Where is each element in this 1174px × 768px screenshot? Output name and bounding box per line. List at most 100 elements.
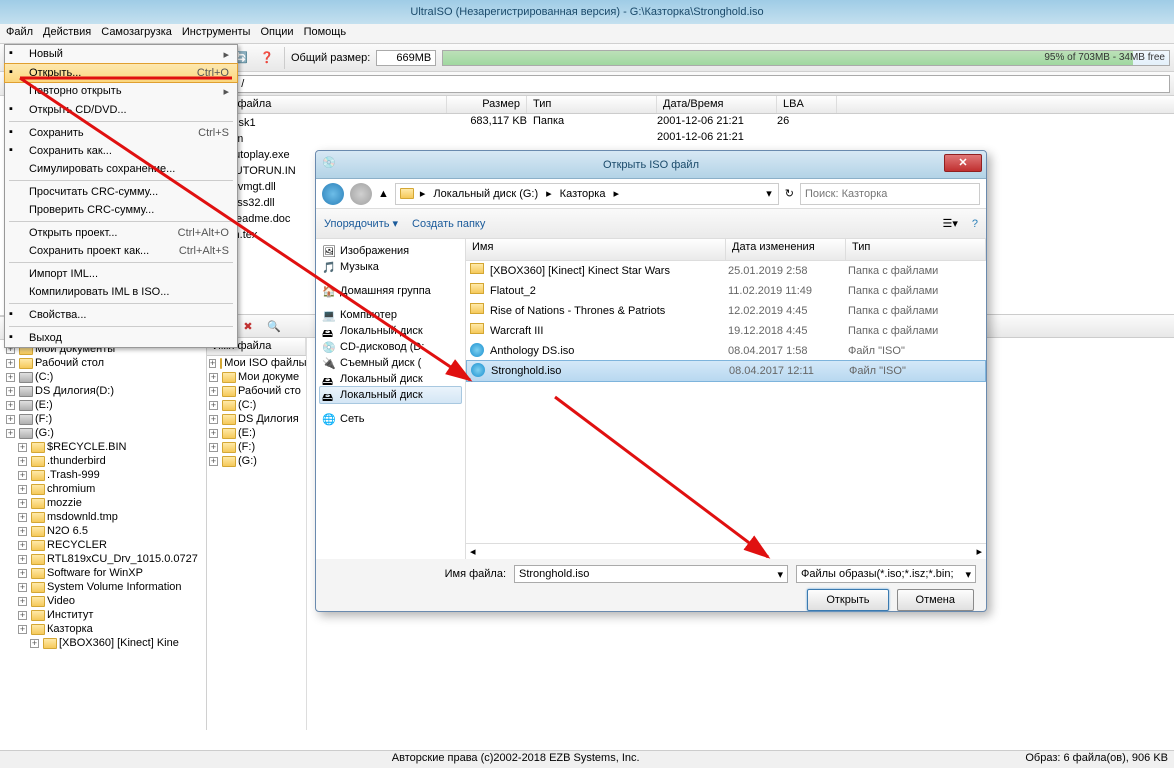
menuitem[interactable]: ▪Свойства... xyxy=(5,306,237,324)
tree-item[interactable]: + $RECYCLE.BIN xyxy=(2,440,204,454)
menuitem[interactable]: ▪СохранитьCtrl+S xyxy=(5,124,237,142)
sidebar-item[interactable]: 🖴Локальный диск xyxy=(320,323,461,339)
menuitem[interactable]: Импорт IML... xyxy=(5,265,237,283)
tree-item[interactable]: + Институт xyxy=(2,608,204,622)
col-lba[interactable]: LBA xyxy=(777,96,837,113)
local-tree[interactable]: + Мои документы+ Рабочий стол+ (C:)+ DS … xyxy=(0,340,206,730)
tree-item[interactable]: + (G:) xyxy=(2,426,204,440)
menuitem[interactable]: ▪Выход xyxy=(5,329,237,347)
newfolder-button[interactable]: Создать папку xyxy=(412,218,485,230)
tree-item[interactable]: + (E:) xyxy=(207,426,306,440)
organize-button[interactable]: Упорядочить ▾ xyxy=(324,217,398,230)
tree-item[interactable]: + RTL819xCU_Drv_1015.0.0727 xyxy=(2,552,204,566)
menu-actions[interactable]: Действия xyxy=(43,26,91,41)
tree-item[interactable]: + Мои ISO файлы xyxy=(207,356,306,370)
cancel-button[interactable]: Отмена xyxy=(897,589,974,611)
tree-item[interactable]: + DS Дилогия xyxy=(207,412,306,426)
lt-delete-icon[interactable]: ✖ xyxy=(237,315,259,337)
search-input[interactable] xyxy=(800,183,980,205)
sidebar-item[interactable]: 🏠Домашняя группа xyxy=(320,283,461,299)
tree-item[interactable]: + (E:) xyxy=(2,398,204,412)
col-type[interactable]: Тип xyxy=(527,96,657,113)
file-row[interactable]: Stronghold.iso08.04.2017 12:11Файл "ISO" xyxy=(466,360,986,382)
tree-item[interactable]: + Video xyxy=(2,594,204,608)
file-row[interactable]: Rise of Nations - Thrones & Patriots12.0… xyxy=(466,301,986,321)
menu-options[interactable]: Опции xyxy=(260,26,293,41)
up-button[interactable]: ▲ xyxy=(378,188,389,200)
list-item[interactable]: Disk1683,117 KBПапка2001-12-06 21:2126 xyxy=(207,114,1174,130)
dcol-type[interactable]: Тип xyxy=(846,239,986,260)
sidebar-item[interactable]: 🖴Локальный диск xyxy=(320,371,461,387)
tree-item[interactable]: + (G:) xyxy=(207,454,306,468)
scroll-left-icon[interactable]: ◂ xyxy=(470,545,476,558)
tree-item[interactable]: + N2O 6.5 xyxy=(2,524,204,538)
lt-find-icon[interactable]: 🔍 xyxy=(263,315,285,337)
file-row[interactable]: Flatout_211.02.2019 11:49Папка с файлами xyxy=(466,281,986,301)
menuitem[interactable]: ▪Открыть CD/DVD... xyxy=(5,101,237,119)
sidebar-item[interactable]: 🖼Изображения xyxy=(320,243,461,259)
tree-item[interactable]: + DS Дилогия(D:) xyxy=(2,384,204,398)
menu-file[interactable]: Файл xyxy=(6,26,33,41)
list-item[interactable]: gm2001-12-06 21:21 xyxy=(207,130,1174,146)
tree-item[interactable]: + .Trash-999 xyxy=(2,468,204,482)
dcol-date[interactable]: Дата изменения xyxy=(726,239,846,260)
col-date[interactable]: Дата/Время xyxy=(657,96,777,113)
menuitem[interactable]: ▪Новый▸ xyxy=(5,45,237,64)
open-button[interactable]: Открыть xyxy=(807,589,888,611)
tree-item[interactable]: + (F:) xyxy=(2,412,204,426)
tree-item[interactable]: + .thunderbird xyxy=(2,454,204,468)
file-row[interactable]: Anthology DS.iso08.04.2017 1:58Файл "ISO… xyxy=(466,341,986,361)
sidebar-item[interactable]: 🔌Съемный диск ( xyxy=(320,355,461,371)
tree-item[interactable]: + Мои докуме xyxy=(207,370,306,384)
tree-item[interactable]: + msdownld.tmp xyxy=(2,510,204,524)
close-button[interactable]: ✕ xyxy=(944,154,982,172)
view-icon[interactable]: ☰▾ xyxy=(942,217,957,230)
tree-item[interactable]: + System Volume Information xyxy=(2,580,204,594)
forward-button[interactable] xyxy=(350,183,372,205)
menuitem[interactable]: Открыть проект...Ctrl+Alt+O xyxy=(5,224,237,242)
tree-item[interactable]: + (C:) xyxy=(2,370,204,384)
col-size[interactable]: Размер xyxy=(447,96,527,113)
menuitem[interactable]: Повторно открыть▸ xyxy=(5,82,237,101)
menuitem[interactable]: Проверить CRC-сумму... xyxy=(5,201,237,219)
back-button[interactable] xyxy=(322,183,344,205)
tree-item[interactable]: + [XBOX360] [Kinect] Kine xyxy=(2,636,204,650)
tree-item[interactable]: + Software for WinXP xyxy=(2,566,204,580)
refresh-icon[interactable]: ↻ xyxy=(785,187,794,200)
col-name[interactable]: Имя файла xyxy=(207,96,447,113)
filter-combo[interactable]: Файлы образы(*.iso;*.isz;*.bin; ▾ xyxy=(796,565,976,583)
menu-help[interactable]: Помощь xyxy=(304,26,347,41)
filename-input[interactable]: Stronghold.iso ▾ xyxy=(514,565,788,583)
sidebar-item[interactable]: 💿CD-дисковод (D: xyxy=(320,339,461,355)
tree-item[interactable]: + chromium xyxy=(2,482,204,496)
breadcrumb[interactable]: ▸ Локальный диск (G:) ▸ Казторка ▸ ▾ xyxy=(395,183,779,205)
scroll-right-icon[interactable]: ▸ xyxy=(976,545,982,558)
sidebar-item[interactable]: 🎵Музыка xyxy=(320,259,461,275)
dialog-sidebar[interactable]: 🖼Изображения🎵Музыка 🏠Домашняя группа 💻Комп… xyxy=(316,239,466,559)
sidebar-item[interactable]: 💻Компьютер xyxy=(320,307,461,323)
tree-item[interactable]: + mozzie xyxy=(2,496,204,510)
help-icon[interactable]: ? xyxy=(972,218,978,230)
path-input[interactable] xyxy=(236,75,1170,93)
tree-item[interactable]: + (F:) xyxy=(207,440,306,454)
sidebar-item[interactable]: 🖴Локальный диск xyxy=(319,386,462,404)
menuitem[interactable]: Симулировать сохранение... xyxy=(5,160,237,178)
crumb-folder[interactable]: Казторка xyxy=(558,188,608,200)
tree-item[interactable]: + RECYCLER xyxy=(2,538,204,552)
dialog-filelist[interactable]: [XBOX360] [Kinect] Kinect Star Wars25.01… xyxy=(466,261,986,543)
tree-item[interactable]: + Казторка xyxy=(2,622,204,636)
sidebar-item[interactable]: 🌐Сеть xyxy=(320,411,461,427)
menuitem[interactable]: ▪Открыть...Ctrl+O xyxy=(4,63,238,83)
crumb-drive[interactable]: Локальный диск (G:) xyxy=(431,188,540,200)
menuitem[interactable]: Компилировать IML в ISO... xyxy=(5,283,237,301)
dcol-name[interactable]: Имя xyxy=(466,239,726,260)
menuitem[interactable]: Просчитать CRC-сумму... xyxy=(5,183,237,201)
menu-bootable[interactable]: Самозагрузка xyxy=(101,26,172,41)
local-folder-tree[interactable]: Имя файла + Мои ISO файлы+ Мои докуме+ Р… xyxy=(207,338,307,730)
menuitem[interactable]: Сохранить проект как...Ctrl+Alt+S xyxy=(5,242,237,260)
menuitem[interactable]: ▪Сохранить как... xyxy=(5,142,237,160)
tb-help-icon[interactable]: ❓ xyxy=(256,47,278,69)
file-row[interactable]: Warcraft III19.12.2018 4:45Папка с файла… xyxy=(466,321,986,341)
menu-tools[interactable]: Инструменты xyxy=(182,26,251,41)
tree-item[interactable]: + (C:) xyxy=(207,398,306,412)
